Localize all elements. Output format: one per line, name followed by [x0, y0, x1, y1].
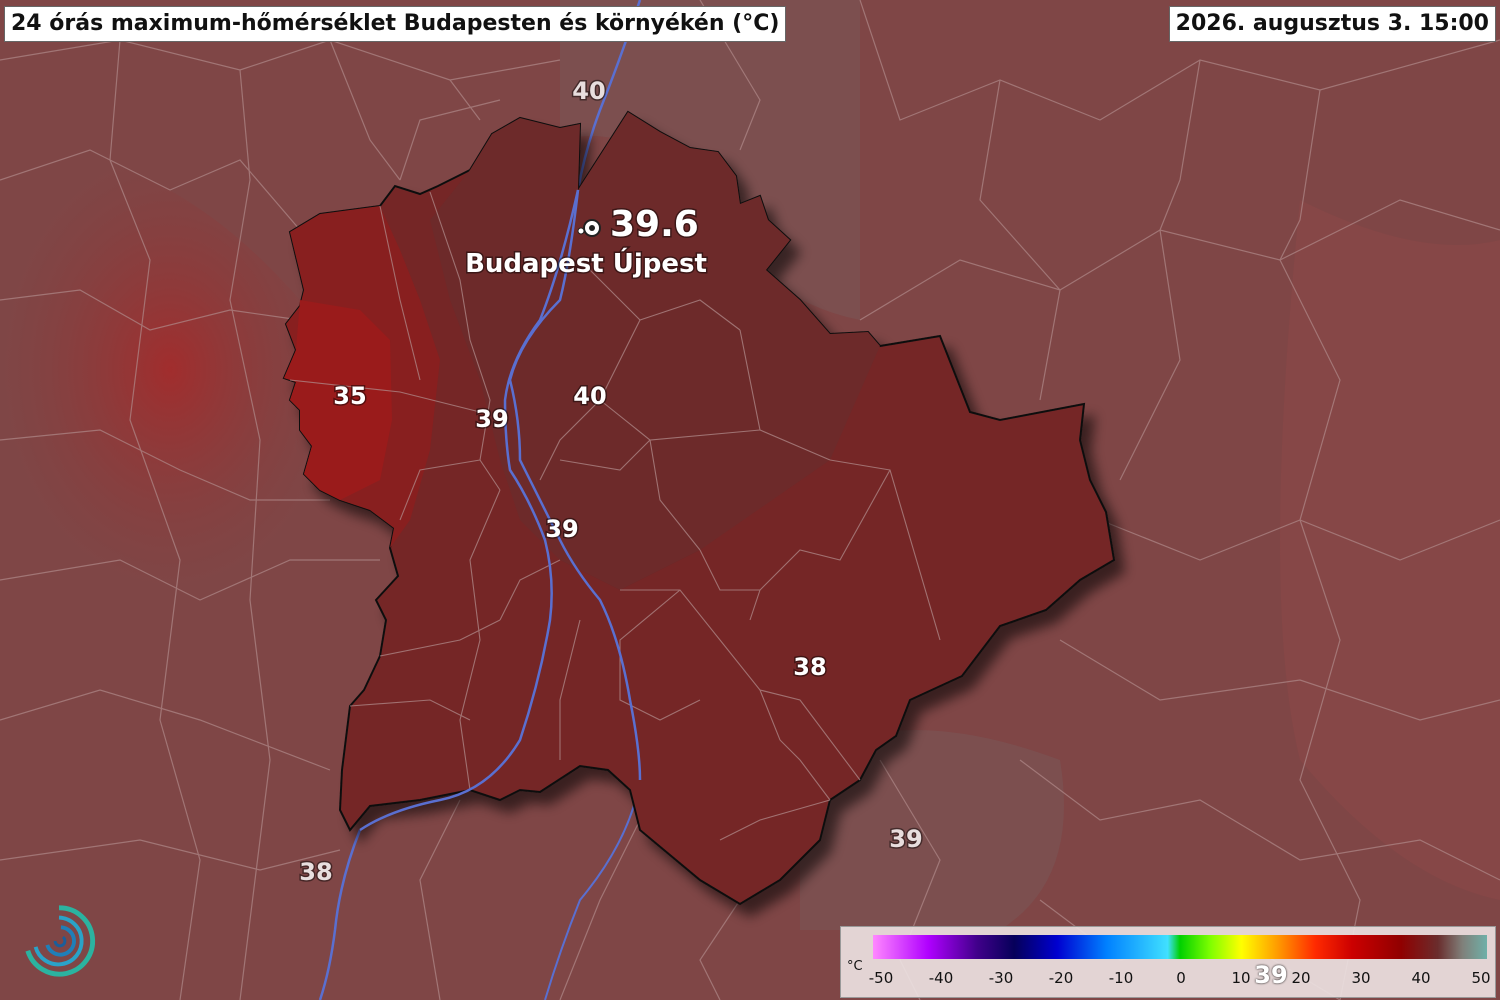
legend-color-bar — [873, 935, 1487, 959]
label-center-south: 39 — [545, 515, 578, 543]
legend-tick: 10 — [1231, 969, 1251, 987]
station-value: 39.6 — [610, 204, 699, 245]
legend-tick: 30 — [1351, 969, 1371, 987]
label-pest-center: 40 — [573, 382, 606, 410]
station-name: Budapest Újpest — [465, 247, 707, 279]
legend-tick: -20 — [1048, 969, 1074, 987]
swirl-logo-icon — [25, 905, 96, 977]
legend-tick: 50 — [1471, 969, 1491, 987]
label-outside-southeast: 39 — [889, 825, 922, 853]
legend-tick: -10 — [1108, 969, 1134, 987]
legend-current-marker: 39 — [1254, 961, 1288, 989]
legend-tick: 0 — [1176, 969, 1186, 987]
temperature-map: 39.6 Budapest Újpest 40 35 39 40 39 38 3… — [0, 0, 1500, 1000]
label-southeast: 38 — [793, 653, 826, 681]
color-legend: °C -50 -40 -30 -20 -10 0 10 20 30 40 50 39 — [840, 926, 1496, 998]
legend-unit: °C — [847, 959, 863, 974]
legend-tick: -40 — [928, 969, 954, 987]
label-west: 35 — [333, 382, 366, 410]
map-timestamp: 2026. augusztus 3. 15:00 — [1168, 6, 1496, 42]
legend-tick: 20 — [1291, 969, 1311, 987]
legend-tick: -30 — [988, 969, 1014, 987]
map-title: 24 órás maximum-hőmérséklet Budapesten é… — [4, 6, 787, 42]
label-buda-center: 39 — [475, 405, 508, 433]
legend-tick: -50 — [868, 969, 894, 987]
map-stage: 39.6 Budapest Újpest 40 35 39 40 39 38 3… — [0, 0, 1500, 1000]
legend-tick: 40 — [1411, 969, 1431, 987]
label-outside-southwest: 38 — [299, 858, 332, 886]
label-north: 40 — [572, 77, 605, 105]
